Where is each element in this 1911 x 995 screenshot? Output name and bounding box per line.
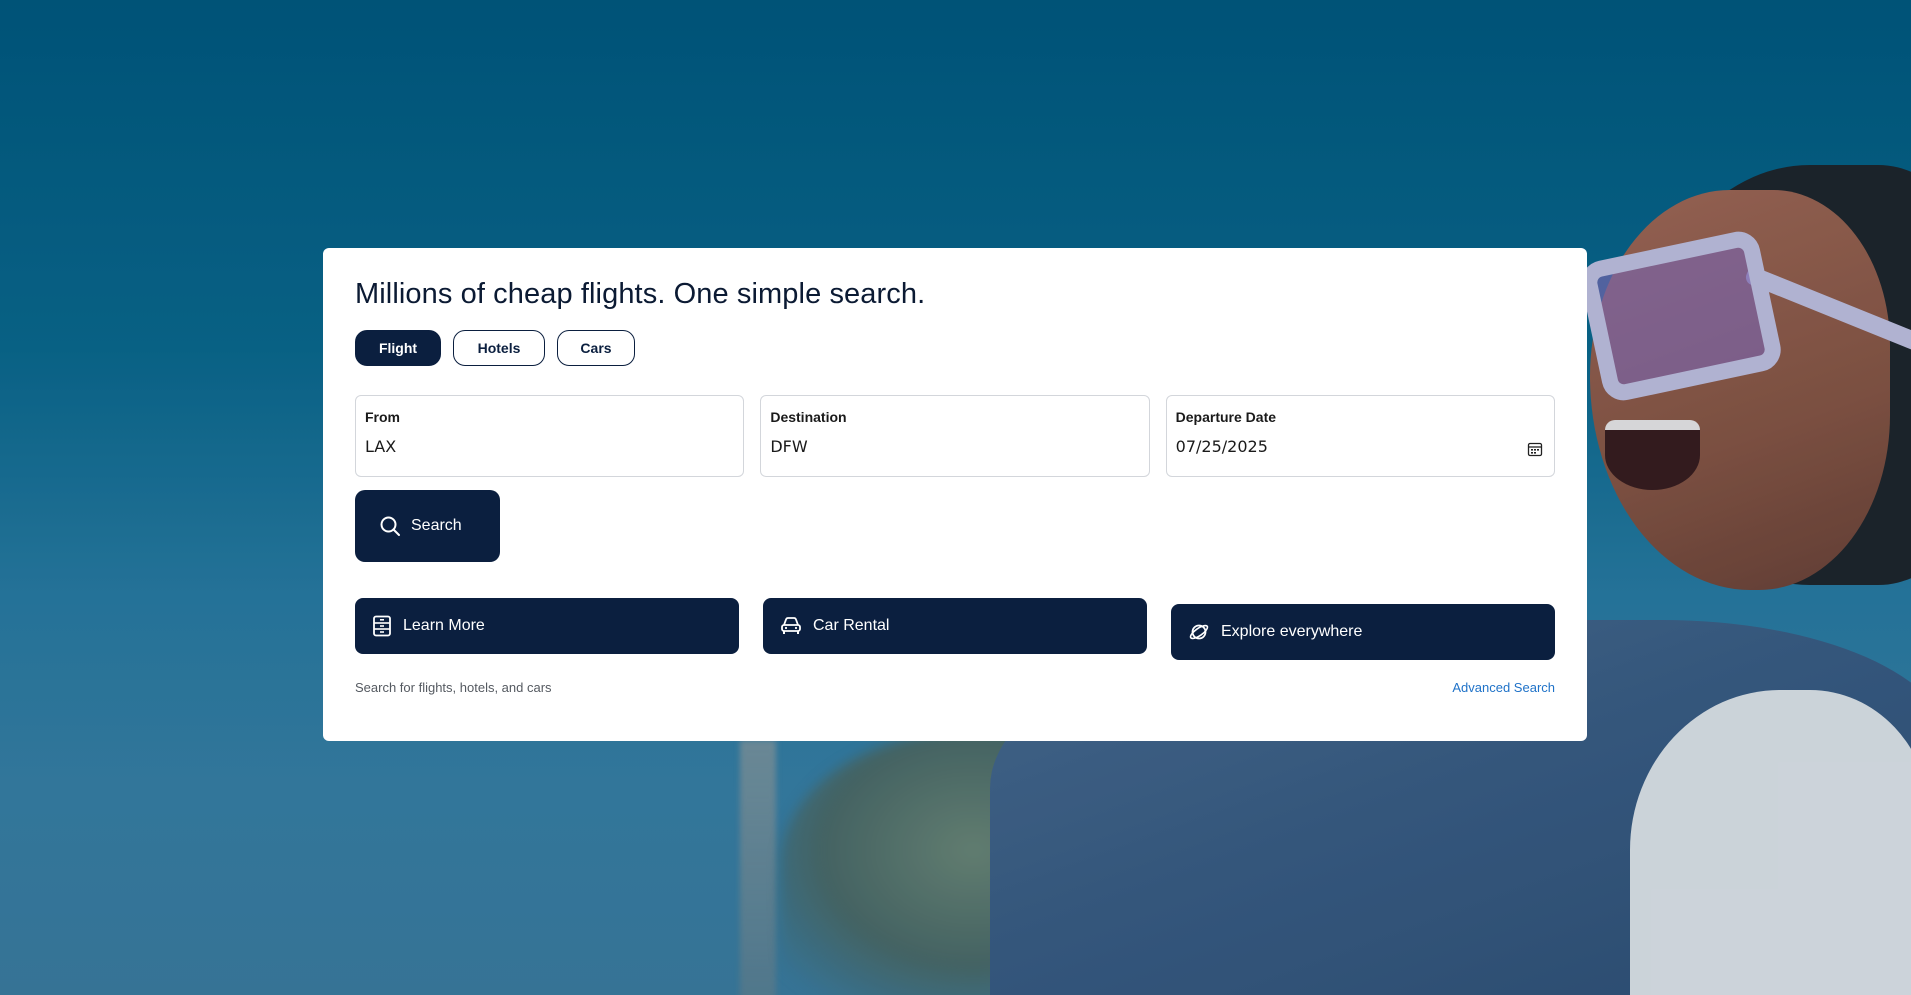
car-rental-label: Car Rental (813, 617, 890, 634)
departure-date-label: Departure Date (1175, 409, 1277, 425)
departure-date-input[interactable]: 07/25/2025 (1176, 437, 1545, 456)
explore-everywhere-label: Explore everywhere (1221, 623, 1363, 640)
calendar-icon[interactable] (1527, 441, 1543, 457)
explore-everywhere-button[interactable]: Explore everywhere (1171, 604, 1555, 660)
from-input[interactable]: LAX (365, 437, 734, 456)
search-card: Millions of cheap flights. One simple se… (323, 248, 1587, 741)
tab-flight[interactable]: Flight (355, 330, 441, 366)
tab-cars[interactable]: Cars (557, 330, 635, 366)
search-button[interactable]: Search (355, 490, 500, 562)
destination-field[interactable]: Destination DFW (760, 395, 1150, 477)
car-icon (780, 616, 802, 636)
page-title: Millions of cheap flights. One simple se… (355, 278, 926, 310)
from-label: From (365, 409, 400, 425)
document-icon (372, 615, 392, 637)
from-field[interactable]: From LAX (355, 395, 745, 477)
planet-icon (1188, 621, 1210, 643)
tab-hotels[interactable]: Hotels (453, 330, 545, 366)
learn-more-label: Learn More (403, 617, 485, 634)
car-rental-button[interactable]: Car Rental (763, 598, 1147, 654)
search-fields: From LAX Destination DFW Departure Date … (355, 395, 1555, 477)
search-button-label: Search (411, 517, 462, 534)
departure-date-field[interactable]: Departure Date 07/25/2025 (1165, 395, 1555, 477)
search-hint: Search for flights, hotels, and cars (355, 680, 552, 695)
search-type-tabs: Flight Hotels Cars (355, 330, 635, 366)
learn-more-button[interactable]: Learn More (355, 598, 739, 654)
search-icon (379, 515, 401, 537)
destination-input[interactable]: DFW (770, 437, 1139, 456)
destination-label: Destination (770, 409, 847, 425)
advanced-search-link[interactable]: Advanced Search (1452, 680, 1555, 695)
